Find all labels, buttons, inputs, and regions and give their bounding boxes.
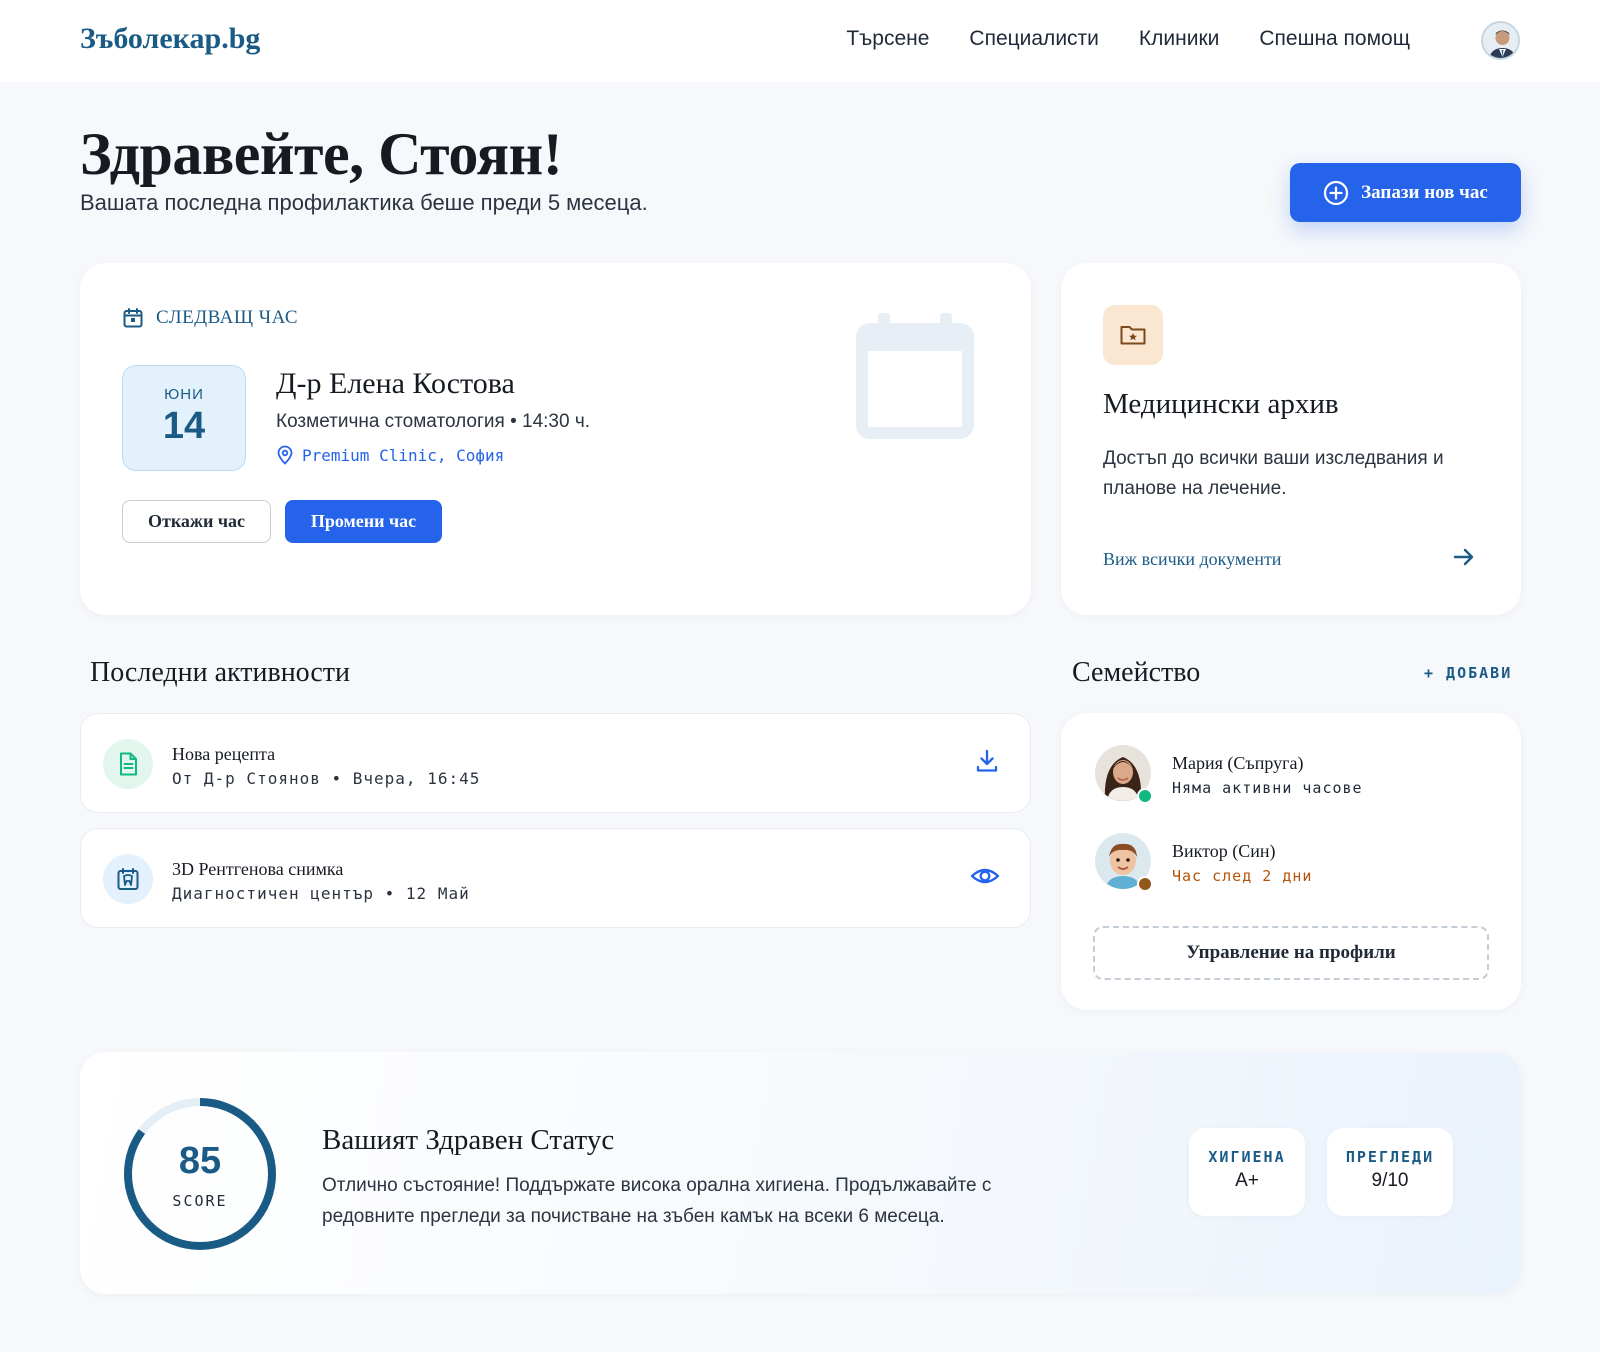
medical-archive-card: Медицински архив Достъп до всички ваши и…: [1061, 263, 1521, 615]
folder-star-icon: [1120, 326, 1146, 345]
family-member-name: Мария (Съпруга): [1172, 753, 1304, 773]
family-member-status: Няма активни часове: [1172, 779, 1363, 797]
next-appointment-card: СЛЕДВАЩ ЧАС ЮНИ 14 Д-р Елена Костова Коз…: [80, 263, 1031, 615]
greeting-subtitle: Вашата последна профилактика беше преди …: [80, 190, 648, 215]
family-member-name: Виктор (Син): [1172, 841, 1276, 861]
appointment-details: Козметична стоматология • 14:30 ч.: [276, 411, 591, 432]
view-all-documents-link[interactable]: Виж всички документи: [1103, 549, 1281, 570]
calendar-icon: [123, 308, 143, 328]
health-score-value: 85: [178, 1140, 222, 1182]
activity-icon-wrap: [103, 739, 153, 789]
document-icon: [120, 752, 137, 776]
activity-icon-wrap: [103, 854, 153, 904]
nav-link-emergency[interactable]: Спешна помощ: [1259, 27, 1410, 51]
doctor-name: Д-р Елена Костова: [276, 367, 515, 400]
nav-link-search[interactable]: Търсене: [846, 27, 929, 51]
appointment-date-box: ЮНИ 14: [122, 365, 246, 471]
greeting-title: Здравейте, Стоян!: [80, 121, 563, 187]
main-nav: Търсене Специалисти Клиники Спешна помощ: [846, 27, 1410, 51]
family-member-status: Час след 2 дни: [1172, 867, 1313, 885]
manage-profiles-button[interactable]: Управление на профили: [1093, 926, 1489, 980]
family-card: Мария (Съпруга) Няма активни часове Викт…: [1061, 713, 1521, 1010]
eye-icon[interactable]: [970, 863, 1000, 889]
stat-value: 9/10: [1371, 1170, 1409, 1191]
xray-icon: [117, 868, 139, 890]
stat-label: ХИГИЕНА: [1208, 1148, 1286, 1166]
stat-label: ПРЕГЛЕДИ: [1345, 1148, 1435, 1166]
calendar-watermark-icon: [856, 313, 974, 439]
archive-description: Достъп до всички ваши изследвания и план…: [1103, 448, 1444, 499]
next-appointment-label: СЛЕДВАЩ ЧАС: [122, 307, 298, 329]
nav-link-clinics[interactable]: Клиники: [1139, 27, 1219, 51]
activity-item[interactable]: 3D Рентгенова снимка Диагностичен център…: [80, 828, 1031, 928]
activity-subtitle: Диагностичен център • 12 Май: [172, 884, 470, 903]
arrow-right-icon[interactable]: [1451, 544, 1477, 570]
user-avatar[interactable]: [1481, 21, 1520, 60]
stat-value: A+: [1235, 1170, 1259, 1191]
site-logo[interactable]: Зъболекар.bg: [80, 22, 260, 56]
health-score-ring: 85 SCORE: [122, 1096, 278, 1252]
health-status-title: Вашият Здравен Статус: [322, 1124, 615, 1156]
activity-title: 3D Рентгенова снимка: [172, 859, 344, 879]
status-dot: [1137, 788, 1153, 804]
health-score-label: SCORE: [172, 1192, 228, 1210]
health-status-card: 85 SCORE Вашият Здравен Статус Отлично с…: [80, 1052, 1521, 1294]
appointment-location[interactable]: Premium Clinic, София: [276, 445, 504, 465]
activities-title: Последни активности: [90, 657, 351, 688]
appointment-day: 14: [162, 405, 206, 447]
download-icon[interactable]: [974, 748, 1000, 774]
location-pin-icon: [277, 445, 293, 465]
book-appointment-label: Запази нов час: [1361, 181, 1488, 203]
top-navigation-bar: Зъболекар.bg Търсене Специалисти Клиники…: [0, 0, 1600, 82]
nav-link-specialists[interactable]: Специалисти: [969, 27, 1099, 51]
user-avatar-icon: [1483, 23, 1518, 58]
cancel-appointment-button[interactable]: Откажи час: [122, 500, 271, 543]
family-title: Семейство: [1072, 657, 1201, 688]
checkups-stat: ПРЕГЛЕДИ 9/10: [1327, 1128, 1453, 1216]
book-appointment-button[interactable]: Запази нов час: [1290, 163, 1521, 222]
archive-icon-box: [1103, 305, 1163, 365]
change-appointment-button[interactable]: Промени час: [285, 500, 442, 543]
plus-circle-icon: [1324, 180, 1349, 205]
activity-title: Нова рецепта: [172, 744, 276, 764]
appointment-month: ЮНИ: [164, 386, 204, 403]
health-status-description: Отлично състояние! Поддържате висока ора…: [322, 1175, 992, 1227]
archive-title: Медицински архив: [1103, 388, 1339, 420]
hygiene-stat: ХИГИЕНА A+: [1189, 1128, 1305, 1216]
activity-item[interactable]: Нова рецепта От Д-р Стоянов • Вчера, 16:…: [80, 713, 1031, 813]
activity-subtitle: От Д-р Стоянов • Вчера, 16:45: [172, 769, 481, 788]
status-dot: [1137, 876, 1153, 892]
add-family-member-link[interactable]: + ДОБАВИ: [1424, 664, 1512, 682]
